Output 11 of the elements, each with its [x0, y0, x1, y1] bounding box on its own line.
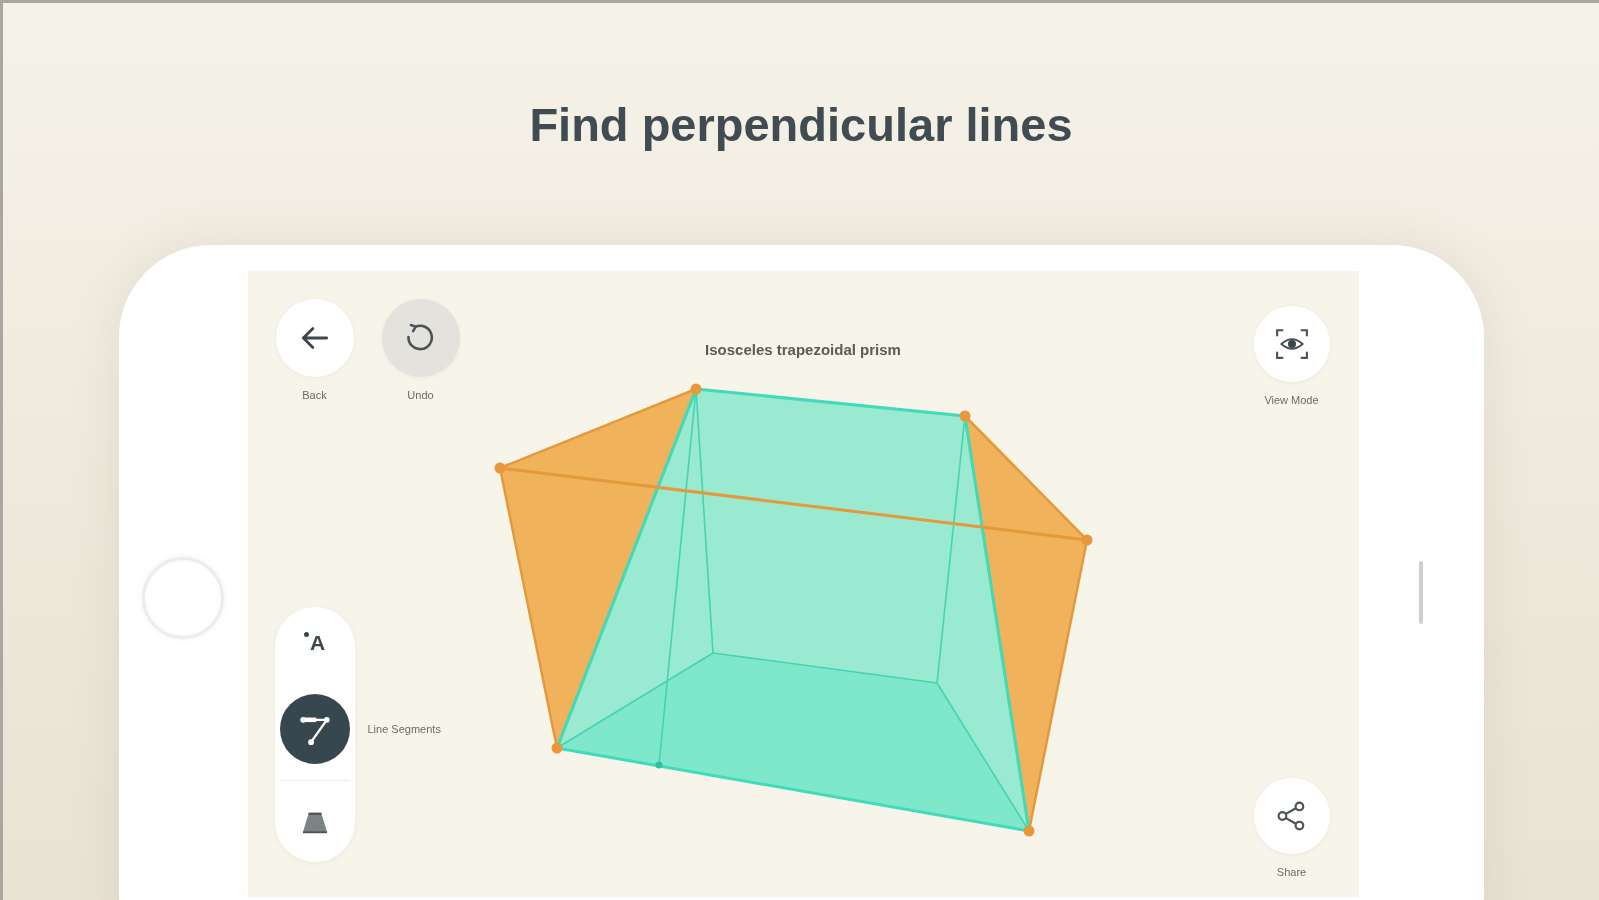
- page-heading: Find perpendicular lines: [529, 97, 1073, 153]
- eye-icon: [1274, 327, 1309, 361]
- label-tool-button[interactable]: A: [290, 619, 339, 667]
- button-caption: Back: [302, 388, 327, 402]
- dot-icon: [303, 632, 309, 637]
- tool-caption: Line Segments: [367, 722, 441, 736]
- button-caption: Undo: [407, 388, 434, 402]
- button-caption: View Mode: [1264, 393, 1319, 407]
- speaker-slot: [1419, 561, 1423, 624]
- button-caption: Share: [1276, 865, 1307, 879]
- model-title: Isosceles trapezoidal prism: [705, 341, 901, 359]
